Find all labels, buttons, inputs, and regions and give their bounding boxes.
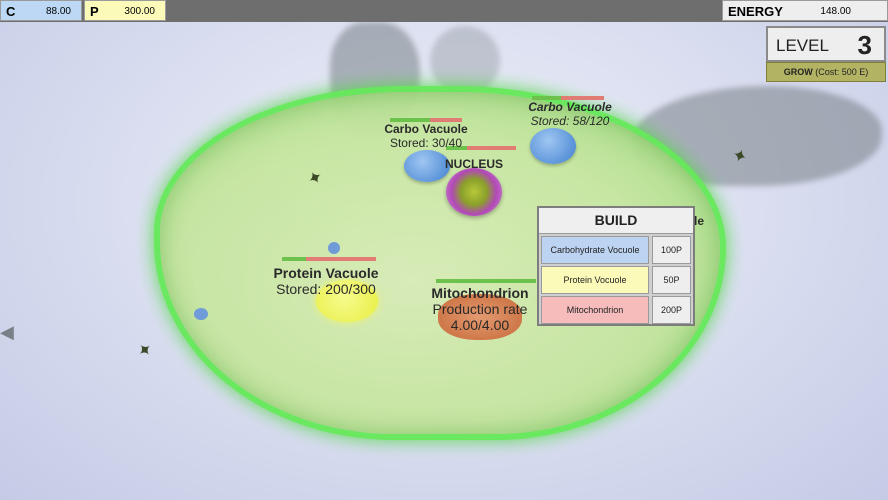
grow-label: GROW [783,67,813,77]
level-display: LEVEL 3 [766,26,886,62]
microbe-creature[interactable]: ✦ [133,338,158,364]
level-label: LEVEL [776,36,829,55]
organelle-label: Protein Vacuole Stored: 200/300 [256,265,396,297]
organelle-status: Production rate [432,301,528,317]
protein-value: 300.00 [124,6,155,17]
health-bar-fill [282,257,306,261]
organelle-title: Mitochondrion [431,285,529,301]
organelle-title: Carbo Vacuole [384,122,468,136]
organelle-label: NUCLEUS [434,157,514,171]
grow-button[interactable]: GROW (Cost: 500 E) [766,62,886,82]
energy-resource: ENERGY 148.00 [722,0,888,21]
organelle-label: Carbo Vacuole Stored: 30/40 [374,122,478,150]
level-number: 3 [857,30,872,60]
ground-shadow [430,26,500,96]
carbo-particle [328,242,340,254]
carbs-key: C [6,4,16,19]
carbs-value: 88.00 [45,6,71,17]
build-carbohydrate-vacuole-button[interactable]: Carbohydrate Vocuole [541,236,649,264]
organelle-status: Stored: 30/40 [389,136,463,150]
build-row-carbohydrate-vacuole: Carbohydrate Vocuole 100P [541,236,691,264]
build-cost: 100P [652,236,691,264]
build-row-mitochondrion: Mitochondrion 200P [541,296,691,324]
energy-value: 148.00 [820,6,851,17]
organelle-label: Carbo Vacuole Stored: 58/120 [518,100,622,128]
organelle-status: Stored: 200/300 [276,281,376,297]
organelle-title: Protein Vacuole [273,265,379,281]
build-row-protein-vacuole: Protein Vocuole 50P [541,266,691,294]
build-protein-vacuole-button[interactable]: Protein Vocuole [541,266,649,294]
health-bar [282,257,376,261]
health-bar-fill [436,279,536,283]
microbe-creature[interactable]: ◀ [0,322,14,343]
organelle-label: Mitochondrion Production rate 4.00/4.00 [420,285,540,333]
organelle-status: Stored: 58/120 [530,114,610,128]
nucleus[interactable] [446,168,502,216]
carbo-vacuole[interactable] [530,128,576,164]
carbo-particle [194,308,208,320]
grow-cost: (Cost: 500 E) [815,67,869,77]
health-bar [436,279,536,283]
protein-resource: P 300.00 [84,0,166,21]
build-title: BUILD [539,208,693,234]
carbs-resource: C 88.00 [0,0,82,21]
build-cost: 50P [652,266,691,294]
build-panel: BUILD Carbohydrate Vocuole 100P Protein … [537,206,695,326]
protein-key: P [90,4,99,19]
organelle-title: NUCLEUS [444,157,503,171]
organelle-rate: 4.00/4.00 [450,317,510,333]
build-mitochondrion-button[interactable]: Mitochondrion [541,296,649,324]
organelle-title: Carbo Vacuole [528,100,612,114]
build-cost: 200P [652,296,691,324]
game-world: ✦ ✦ ✦ ◀ Carbo Vacuole Stored: 30/40 Carb… [0,0,888,500]
occluded-label-text: le [694,214,705,228]
energy-key: ENERGY [728,4,783,19]
